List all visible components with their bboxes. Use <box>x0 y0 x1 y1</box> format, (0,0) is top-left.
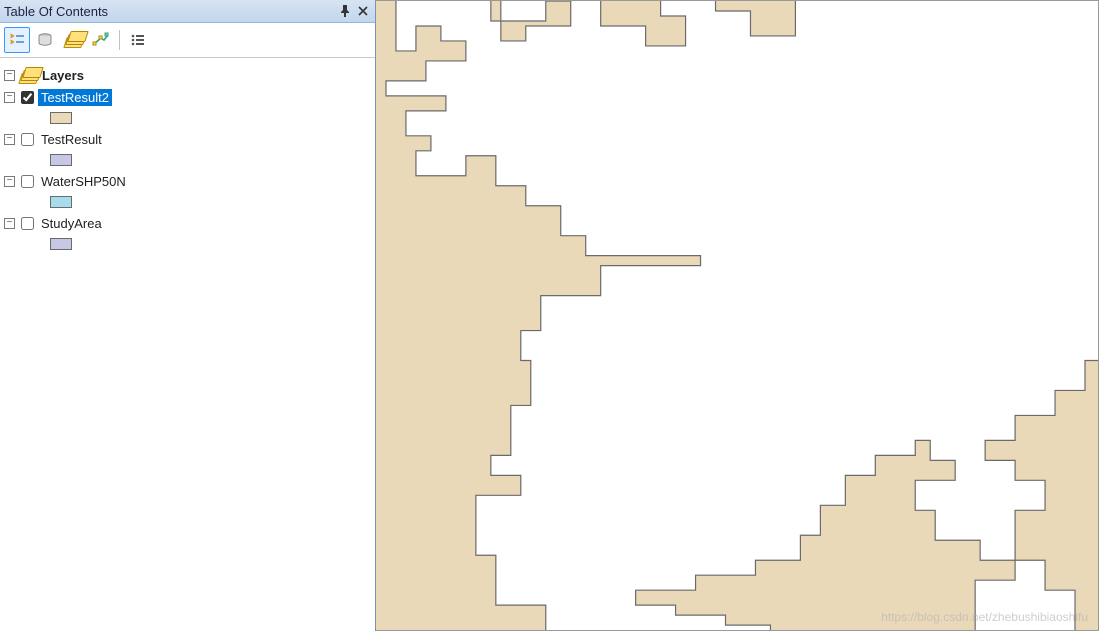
layer-label[interactable]: TestResult <box>38 131 105 148</box>
layers-icon <box>19 68 35 82</box>
layer-swatch[interactable] <box>50 238 72 250</box>
layer-visibility-checkbox[interactable] <box>21 217 34 230</box>
table-of-contents-panel: Table Of Contents <box>0 0 376 631</box>
map-view[interactable]: https://blog.csdn.net/zhebushibiaoshifu <box>376 0 1099 631</box>
expand-toggle[interactable]: − <box>4 218 15 229</box>
pin-icon[interactable] <box>337 3 353 19</box>
expand-toggle[interactable]: − <box>4 70 15 81</box>
layer-visibility-checkbox[interactable] <box>21 133 34 146</box>
layer-label[interactable]: TestResult2 <box>38 89 112 106</box>
layer-visibility-checkbox[interactable] <box>21 175 34 188</box>
toc-titlebar[interactable]: Table Of Contents <box>0 0 375 23</box>
layer-row[interactable]: − TestResult <box>4 128 371 150</box>
layer-swatch[interactable] <box>50 154 72 166</box>
layers-root-label[interactable]: Layers <box>39 67 87 84</box>
layer-row[interactable]: − TestResult2 <box>4 86 371 108</box>
layer-row[interactable]: − StudyArea <box>4 212 371 234</box>
expand-toggle[interactable]: − <box>4 176 15 187</box>
layer-symbol-row[interactable] <box>4 150 371 170</box>
close-icon[interactable] <box>355 3 371 19</box>
expand-toggle[interactable]: − <box>4 134 15 145</box>
layer-swatch[interactable] <box>50 112 72 124</box>
layers-root-row[interactable]: − Layers <box>4 64 371 86</box>
layers-tree[interactable]: − Layers − TestResult2 − TestResult − WaterSH… <box>0 58 375 631</box>
toc-toolbar <box>0 23 375 58</box>
layer-label[interactable]: WaterSHP50N <box>38 173 129 190</box>
map-canvas <box>376 1 1098 631</box>
toolbar-separator <box>119 30 120 50</box>
layer-row[interactable]: − WaterSHP50N <box>4 170 371 192</box>
list-by-source-button[interactable] <box>32 27 58 53</box>
toc-title: Table Of Contents <box>4 4 335 19</box>
layer-swatch[interactable] <box>50 196 72 208</box>
list-by-drawing-order-button[interactable] <box>4 27 30 53</box>
list-by-visibility-button[interactable] <box>60 27 86 53</box>
layer-visibility-checkbox[interactable] <box>21 91 34 104</box>
layer-symbol-row[interactable] <box>4 192 371 212</box>
layer-symbol-row[interactable] <box>4 108 371 128</box>
options-button[interactable] <box>125 27 151 53</box>
layer-label[interactable]: StudyArea <box>38 215 105 232</box>
list-by-selection-button[interactable] <box>88 27 114 53</box>
layer-symbol-row[interactable] <box>4 234 371 254</box>
expand-toggle[interactable]: − <box>4 92 15 103</box>
